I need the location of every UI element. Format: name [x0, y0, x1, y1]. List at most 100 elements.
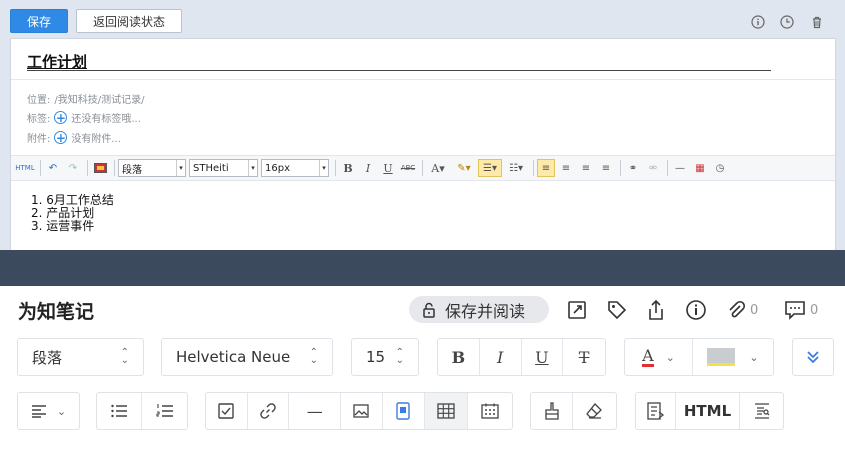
divider-band — [0, 250, 845, 286]
attachment-count: 0 — [750, 302, 759, 318]
attachment-button[interactable]: 0 — [726, 298, 758, 322]
attachments-placeholder[interactable]: 没有附件... — [71, 130, 121, 145]
updown-icon: ⌃ ⌄ — [309, 347, 318, 366]
ordered-list-icon[interactable]: ☰▾ — [478, 159, 502, 177]
insert-group: — — [205, 392, 513, 430]
align-center-icon[interactable]: ≡ — [557, 159, 575, 177]
trash-icon[interactable] — [809, 14, 825, 30]
font-color-button[interactable]: A ⌄ — [625, 339, 693, 375]
highlight-button[interactable]: ⌄ — [693, 339, 773, 375]
editor-toolbar: HTML ↶ ↷ 段落▾ STHeiti▾ 16px▾ B I U ABC — [11, 155, 835, 181]
font-color-icon: A — [642, 345, 654, 367]
checkbox-icon[interactable] — [206, 393, 248, 429]
align-left-icon[interactable]: ≡ — [537, 159, 555, 177]
undo-icon[interactable]: ↶ — [44, 159, 62, 177]
font-select[interactable]: STHeiti ▾ — [189, 159, 258, 177]
color-group: A ⌄ ⌄ — [624, 338, 774, 376]
info-icon[interactable] — [750, 14, 766, 30]
tags-placeholder[interactable]: 还没有标签哦... — [71, 110, 141, 125]
markdown-icon[interactable] — [636, 393, 676, 429]
tags-row: 标签: + 还没有标签哦... — [27, 110, 141, 125]
unlink-icon[interactable]: ⚮ — [644, 159, 662, 177]
calendar-icon[interactable] — [468, 393, 512, 429]
location-label: 位置: — [27, 95, 51, 106]
comment-button[interactable]: 0 — [784, 298, 818, 322]
app-title: 为知笔记 — [18, 301, 95, 323]
comment-icon — [785, 301, 805, 320]
outline-icon[interactable] — [740, 393, 783, 429]
redo-icon[interactable]: ↷ — [64, 159, 82, 177]
view-group: HTML — [635, 392, 784, 430]
location-value[interactable]: /我知科技/测试记录/ — [54, 91, 144, 106]
underline-icon[interactable]: U — [379, 159, 397, 177]
paragraph-select[interactable]: 段落 ▾ — [118, 159, 186, 177]
underline-icon[interactable]: U — [522, 339, 564, 375]
add-attachment-icon[interactable]: + — [54, 131, 68, 144]
highlight-icon[interactable]: ✎▾ — [452, 159, 476, 177]
horizontal-rule-icon[interactable]: — — [289, 393, 342, 429]
highlight-icon — [707, 348, 736, 366]
font-color-icon[interactable]: A▾ — [426, 159, 450, 177]
justify-icon[interactable]: ≡ — [597, 159, 615, 177]
location-row: 位置: /我知科技/测试记录/ — [27, 91, 144, 106]
table-icon[interactable] — [424, 393, 469, 429]
text-style-group: B I U T — [437, 338, 606, 376]
list-item: 3. 运营事件 — [31, 219, 95, 233]
html-mode-button[interactable]: HTML — [676, 393, 740, 429]
font-size-select[interactable]: 16px ▾ — [261, 159, 329, 177]
paperclip-icon — [729, 300, 746, 318]
calendar-icon[interactable]: ▦ — [691, 159, 709, 177]
add-tag-icon[interactable]: + — [54, 111, 68, 124]
history-icon[interactable] — [779, 14, 795, 30]
html-mode-button[interactable]: HTML — [15, 159, 35, 177]
strikethrough-icon[interactable]: T — [563, 339, 605, 375]
screenshot-icon[interactable] — [383, 393, 425, 429]
save-and-read-button[interactable]: 保存并阅读 — [409, 296, 549, 323]
chevron-down-icon: ⌄ — [665, 350, 675, 364]
strikethrough-icon[interactable]: ABC — [399, 159, 417, 177]
bold-icon[interactable]: B — [339, 159, 357, 177]
bold-icon[interactable]: B — [438, 339, 480, 375]
align-left-icon — [31, 405, 46, 418]
link-icon[interactable] — [248, 393, 290, 429]
ordered-list-icon[interactable] — [142, 393, 187, 429]
align-button[interactable]: ⌄ — [17, 392, 80, 430]
legacy-editor: 保存 返回阅读状态 工作计划 位置: /我知科技/测试记录/ 标签: + 还没有… — [0, 0, 845, 250]
note-content[interactable]: 1. 6月工作总结 2. 产品计划 3. 运营事件 — [31, 194, 114, 233]
font-select[interactable]: Helvetica Neue ⌃ ⌄ — [161, 338, 333, 376]
expand-icon[interactable] — [567, 298, 587, 322]
tags-label: 标签: — [27, 114, 51, 125]
double-chevron-down-icon — [807, 351, 819, 364]
updown-icon: ⌃ ⌄ — [120, 347, 129, 366]
eraser-icon[interactable] — [573, 393, 615, 429]
link-icon[interactable]: ⚭ — [624, 159, 642, 177]
clock-icon[interactable]: ◷ — [711, 159, 729, 177]
italic-icon[interactable]: I — [359, 159, 377, 177]
unordered-list-icon[interactable] — [97, 393, 142, 429]
note-title[interactable]: 工作计划 — [27, 53, 87, 71]
horizontal-rule-icon[interactable]: — — [671, 159, 689, 177]
align-right-icon[interactable]: ≡ — [577, 159, 595, 177]
title-field[interactable]: 工作计划 — [27, 51, 771, 71]
save-button[interactable]: 保存 — [10, 9, 68, 33]
new-editor-header: 为知笔记 保存并阅读 0 0 段落 ⌃ ⌄ Helvetica Neue ⌃ ⌄ 1… — [0, 286, 845, 452]
image-icon[interactable] — [341, 393, 383, 429]
back-to-read-button[interactable]: 返回阅读状态 — [76, 9, 182, 33]
updown-icon: ⌃ ⌄ — [395, 347, 404, 366]
info-icon[interactable] — [685, 298, 707, 322]
italic-icon[interactable]: I — [480, 339, 522, 375]
share-icon[interactable] — [646, 298, 666, 322]
format-group — [530, 392, 617, 430]
paragraph-select[interactable]: 段落 ⌃ ⌄ — [17, 338, 144, 376]
more-tools-button[interactable] — [792, 338, 834, 376]
attachments-label: 附件: — [27, 134, 51, 145]
attachments-row: 附件: + 没有附件... — [27, 130, 121, 145]
unordered-list-icon[interactable]: ☷▾ — [504, 159, 528, 177]
image-icon[interactable] — [91, 159, 109, 177]
note-editor-panel: 工作计划 位置: /我知科技/测试记录/ 标签: + 还没有标签哦... 附件:… — [10, 38, 836, 250]
unlock-icon — [423, 302, 435, 318]
format-painter-icon[interactable] — [531, 393, 573, 429]
font-size-select[interactable]: 15 ⌃ ⌄ — [351, 338, 419, 376]
divider — [11, 79, 835, 80]
tag-icon[interactable] — [606, 298, 628, 322]
